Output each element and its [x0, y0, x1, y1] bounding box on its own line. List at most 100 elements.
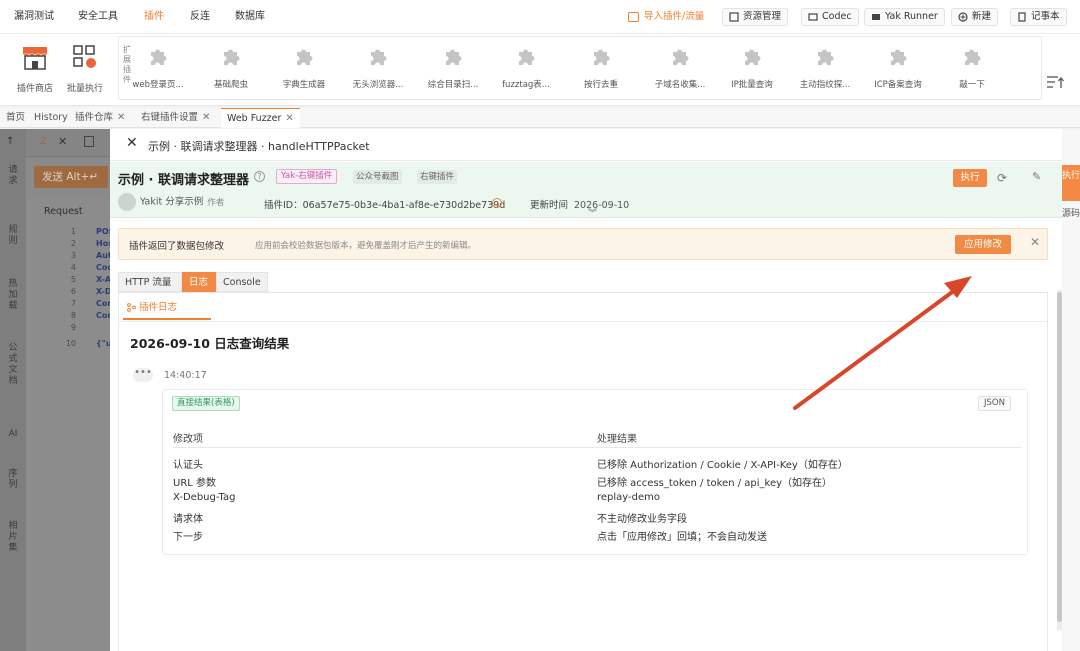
pin-icon[interactable]: ↑ — [6, 136, 14, 147]
line-number: 3 — [70, 251, 76, 260]
menu-vuln-test[interactable]: 漏洞测试 — [14, 0, 54, 34]
menu-security-tools[interactable]: 安全工具 — [78, 0, 118, 34]
menu-plugins[interactable]: 插件 — [144, 0, 164, 34]
copy-icon[interactable] — [492, 198, 502, 208]
tab-right-click-settings[interactable]: 右键插件设置 ✕ — [141, 108, 210, 128]
send-request-button[interactable]: 发送 Alt+↵ — [34, 166, 108, 188]
table-cell-result: replay-demo — [597, 492, 661, 503]
toolbar-plugin-label: web登录页... — [132, 80, 184, 90]
log-panel: 插件日志 2026-09-10 日志查询结果 ••• 14:40:17 直接结果… — [118, 292, 1048, 651]
new-label: 新建 — [972, 11, 992, 22]
toolbar-plugin-label: ICP备案查询 — [874, 80, 922, 90]
resource-manage-button[interactable]: 资源管理 — [722, 8, 789, 26]
toolbar-plugin-item[interactable]: fuzztag表... — [491, 45, 561, 90]
toolbar-plugin-item[interactable]: IP批量查询 — [717, 45, 787, 90]
help-icon[interactable]: ? — [254, 171, 265, 182]
resource-icon — [729, 12, 739, 22]
tab-plugin-log[interactable]: 插件日志 — [123, 298, 211, 320]
side-nav-item[interactable]: 公式文档 — [6, 343, 20, 387]
toolbar-plugin-label: 按行去重 — [583, 80, 618, 90]
top-nav: 漏洞测试 安全工具 插件 反连 数据库 导入插件/流量 资源管理 Codec Y… — [0, 0, 1080, 34]
edit-icon[interactable]: ✎ — [1032, 170, 1041, 183]
toolbar-plugin-item[interactable]: web登录页... — [123, 45, 193, 90]
close-icon[interactable]: ✕ — [126, 135, 138, 151]
new-button[interactable]: 新建 — [951, 8, 999, 26]
toolbar-plugin-item[interactable]: ICP备案查询 — [863, 45, 933, 90]
side-nav-item[interactable]: 规则 — [6, 225, 20, 247]
toolbar-plugin-item[interactable]: 子域名收集... — [645, 45, 715, 90]
line-number: 9 — [70, 323, 76, 332]
drawer-header: ✕ 示例 · 联调请求整理器 · handleHTTPPacket — [110, 129, 1062, 161]
close-icon[interactable]: ✕ — [117, 112, 125, 123]
tab-web-fuzzer[interactable]: Web Fuzzer ✕ — [221, 108, 300, 128]
side-nav-item[interactable]: 序列 — [6, 469, 20, 491]
tab-home[interactable]: 首页 — [6, 108, 25, 128]
puzzle-icon — [891, 49, 907, 65]
tab-plugin-repo[interactable]: 插件仓库 ✕ — [75, 108, 125, 128]
toolbar-plugin-label: 敲一下 — [959, 80, 985, 90]
side-nav-item[interactable]: 相片集 — [6, 521, 20, 554]
toolbar-plugin-item[interactable]: 敲一下 — [937, 45, 1007, 90]
toolbar-plugin-item[interactable]: 字典生成器 — [269, 45, 339, 90]
yak-runner-button[interactable]: Yak Runner — [864, 8, 945, 26]
undo-icon[interactable]: Z — [40, 136, 47, 147]
run-side-tab[interactable]: 执行 — [1062, 165, 1080, 201]
menu-reverse[interactable]: 反连 — [190, 0, 210, 34]
alert-description: 应用前会校验数据包版本，避免覆盖刚才后产生的新编辑。 — [255, 241, 477, 251]
tab-log[interactable]: 日志 — [182, 272, 216, 292]
table-cell-field: X-Debug-Tag — [173, 492, 236, 503]
run-plugin-button[interactable]: 执行 — [953, 169, 987, 187]
codec-button[interactable]: Codec — [801, 8, 859, 26]
plugin-info-bar: 示例 · 联调请求整理器 ? Yak-右键插件 公众号截图 右键插件 Yakit… — [110, 162, 1062, 219]
batch-run-button[interactable]: 批量执行 — [60, 42, 110, 94]
close-icon[interactable]: ✕ — [1030, 235, 1040, 249]
tab-http-traffic[interactable]: HTTP 流量 — [118, 272, 182, 292]
codec-label: Codec — [822, 11, 852, 22]
toolbar-plugin-item[interactable]: 按行去重 — [566, 45, 636, 90]
sort-icon[interactable] — [1046, 74, 1064, 90]
side-nav-item[interactable]: 热加载 — [6, 279, 20, 312]
refresh-icon[interactable]: ⟳ — [997, 171, 1007, 185]
toolbar-plugin-item[interactable]: 无头浏览器... — [343, 45, 413, 90]
alert-title: 插件返回了数据包修改 — [129, 241, 225, 252]
side-nav-item[interactable]: AI — [6, 429, 20, 440]
close-icon[interactable]: ✕ — [202, 112, 210, 123]
plugin-toolbar: 插件商店 批量执行 扩展插件 web登录页... 基础爬虫 字典生成器 无头浏览器..… — [0, 34, 1080, 106]
save-icon[interactable] — [84, 136, 94, 147]
plugin-author: Yakit 分享示例 作者 — [118, 193, 224, 211]
tab-history[interactable]: History — [34, 108, 68, 128]
side-nav-item[interactable]: 请求 — [6, 165, 20, 187]
plugin-id: 插件ID：06a57e75-0b3e-4ba1-af8e-e730d2be739… — [264, 197, 505, 211]
yak-runner-label: Yak Runner — [885, 11, 938, 22]
tab-history-label: History — [34, 112, 68, 123]
codec-icon — [808, 13, 818, 21]
plugin-store-button[interactable]: 插件商店 — [10, 42, 60, 94]
tab-console[interactable]: Console — [216, 272, 268, 292]
plugin-tag: 公众号截图 — [353, 170, 402, 184]
apply-changes-button[interactable]: 应用修改 — [955, 235, 1011, 254]
left-side-bar: 请求规则热加载公式文档 AI 序列相片集 — [0, 129, 26, 651]
table-cell-field: 认证头 — [173, 460, 203, 471]
log-time: 14:40:17 — [164, 370, 207, 381]
divider — [119, 321, 1047, 322]
toolbar-plugin-item[interactable]: 综合目录扫... — [418, 45, 488, 90]
toolbar-plugin-label: 综合目录扫... — [427, 80, 479, 90]
toolbar-plugin-item[interactable]: 主动指纹探... — [790, 45, 860, 90]
chevron-down-icon[interactable]: ︾ — [588, 206, 597, 219]
more-icon[interactable]: ••• — [133, 368, 153, 382]
source-side-tab[interactable]: 源码 — [1062, 205, 1080, 235]
close-icon[interactable]: ✕ — [285, 113, 293, 124]
batch-run-label: 批量执行 — [66, 84, 103, 94]
toolbar-plugin-item[interactable]: 基础爬虫 — [196, 45, 266, 90]
extension-plugin-panel: 扩展插件 web登录页... 基础爬虫 字典生成器 无头浏览器... 综合目录扫... f… — [118, 36, 1042, 100]
menu-database[interactable]: 数据库 — [235, 0, 265, 34]
table-cell-field: 下一步 — [173, 532, 203, 543]
close-icon[interactable]: ✕ — [58, 135, 67, 148]
line-number: 10 — [65, 339, 76, 348]
notepad-button[interactable]: 记事本 — [1010, 8, 1067, 26]
log-title: 2026-09-10 日志查询结果 — [130, 336, 290, 351]
author-role: 作者 — [207, 197, 225, 208]
import-plugin-button[interactable]: 导入插件/流量 — [628, 8, 704, 26]
left-tool-row: Z ✕ — [26, 129, 110, 157]
json-button[interactable]: JSON — [978, 396, 1011, 411]
